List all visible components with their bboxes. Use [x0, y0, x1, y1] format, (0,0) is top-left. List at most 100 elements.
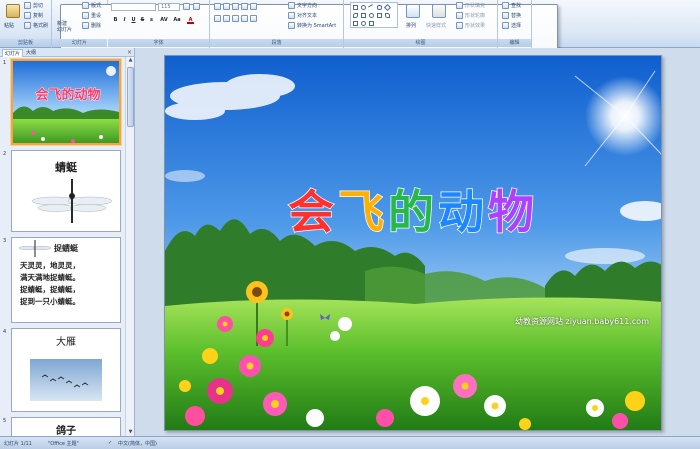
align-buttons[interactable]	[214, 15, 257, 22]
shadow-button[interactable]: s	[148, 17, 155, 24]
font-group-label: 字体	[108, 39, 209, 47]
current-slide[interactable]: 会飞的动物 幼教资源网站 ziyuan.baby611.com	[164, 55, 662, 431]
spellcheck-icon[interactable]: ✓	[108, 440, 112, 446]
thumb-slide-4[interactable]: 大雁	[11, 328, 121, 412]
layout-label: 版式	[91, 3, 102, 9]
format-painter-button[interactable]: 格式刷	[24, 22, 48, 29]
thumb-slide-1[interactable]: 会飞的动物	[11, 59, 121, 145]
circle-shape-icon[interactable]	[369, 13, 374, 18]
arrange-button[interactable]: 排列	[406, 22, 416, 29]
font-color-button[interactable]: A	[187, 17, 194, 24]
eraser-icon	[193, 3, 200, 10]
replace-button[interactable]: 替换	[502, 12, 521, 19]
cut-button[interactable]: 剪切	[24, 2, 43, 9]
underline-button[interactable]: U	[130, 17, 137, 24]
title-char: 会	[287, 184, 338, 240]
shape-fill-label: 形状填充	[465, 3, 486, 9]
dragonfly-image	[31, 179, 113, 223]
paragraph-group: 文字方向 对齐文本 转换为 SmartArt 段落	[210, 0, 344, 48]
align-left-icon	[214, 15, 221, 22]
quick-styles-button[interactable]: 快速样式	[426, 22, 446, 29]
line-shape-icon[interactable]	[368, 4, 375, 11]
shape-effects-button[interactable]: 形状效果	[456, 22, 485, 29]
grow-font-button[interactable]	[183, 3, 190, 10]
close-panel-icon[interactable]: ×	[127, 49, 132, 56]
align-text-icon	[288, 12, 295, 19]
tab-slides[interactable]: 幻灯片	[2, 49, 24, 57]
strikethrough-button[interactable]: S	[139, 17, 146, 24]
thumb-slide-5[interactable]: 鸽子	[11, 417, 121, 436]
smartart-label: 转换为 SmartArt	[297, 23, 337, 29]
shape-outline-button[interactable]: 形状轮廓	[456, 12, 485, 19]
select-button[interactable]: 选择	[502, 22, 521, 29]
smartart-button[interactable]: 转换为 SmartArt	[288, 22, 336, 29]
poem-line: 满天满地捉蜻蜓。	[20, 273, 80, 282]
layout-button[interactable]: 版式	[82, 2, 101, 9]
slide-title[interactable]: 会飞的动物	[165, 176, 661, 242]
reset-icon	[82, 12, 89, 19]
find-button[interactable]: 查找	[502, 2, 521, 9]
shape-fill-button[interactable]: 形状填充	[456, 2, 485, 9]
shapes-gallery[interactable]	[350, 2, 398, 28]
binoculars-icon	[502, 2, 509, 9]
font-size-value: 115	[161, 4, 171, 10]
diamond-shape-icon[interactable]	[383, 3, 392, 12]
cursor-icon	[502, 22, 509, 29]
replace-icon	[502, 12, 509, 19]
char-spacing-button[interactable]: AV	[159, 17, 169, 24]
star-shape-icon[interactable]	[369, 21, 374, 26]
quick-styles-label: 快速样式	[426, 23, 447, 29]
font-name-combo[interactable]	[111, 3, 156, 11]
numbering-icon	[223, 3, 230, 10]
rounded-rect-shape-icon[interactable]	[377, 5, 382, 10]
align-right-icon	[232, 15, 239, 22]
bracket-shape-icon[interactable]	[353, 21, 358, 26]
title-char: 飞	[337, 184, 388, 240]
drawing-group: 排列 快速样式 形状填充 形状轮廓 形状效果 绘图	[344, 0, 498, 48]
quick-styles-icon[interactable]	[432, 4, 446, 18]
thumb-number: 4	[3, 329, 7, 335]
text-direction-button[interactable]: 文字方向	[288, 2, 317, 9]
theme-name: "Office 主题"	[48, 441, 79, 447]
change-case-button[interactable]: Aa	[172, 17, 182, 24]
italic-button[interactable]: I	[121, 17, 128, 24]
delete-button[interactable]: 删除	[82, 22, 101, 29]
thumb-slide-3[interactable]: 捉蜻蜓 天灵灵，地灵灵， 满天满地捉蜻蜓。 捉蜻蜓，捉蜻蜓， 捉到一只小蜻蜓。	[11, 237, 121, 323]
new-slide-button[interactable]: 新建 幻灯片	[57, 21, 81, 33]
select-label: 选择	[511, 23, 522, 29]
bullets-button[interactable]	[214, 3, 257, 10]
thumb-5-title: 鸽子	[56, 426, 76, 436]
reset-label: 重设	[91, 13, 102, 19]
copy-button[interactable]: 复制	[24, 12, 43, 19]
font-size-combo[interactable]: 115	[158, 3, 180, 11]
shape-outline-label: 形状轮廓	[465, 13, 486, 19]
clear-format-button[interactable]	[193, 3, 200, 10]
poem-line: 捉蜻蜓，捉蜻蜓，	[20, 285, 80, 294]
arrange-icon[interactable]	[406, 4, 420, 18]
curve-shape-icon[interactable]	[385, 13, 390, 18]
textbox-shape-icon[interactable]	[361, 13, 366, 18]
rectangle-shape-icon[interactable]	[353, 5, 358, 10]
paste-icon[interactable]	[6, 4, 20, 18]
arrow-shape-icon[interactable]	[377, 13, 382, 18]
leaf-shape-icon[interactable]	[353, 13, 358, 18]
paste-button[interactable]: 粘贴	[4, 22, 14, 29]
scissors-icon	[24, 2, 31, 9]
oval-shape-icon[interactable]	[361, 5, 366, 10]
scroll-thumb[interactable]	[127, 67, 134, 127]
tab-outline[interactable]: 大纲	[24, 49, 38, 57]
bold-button[interactable]: B	[112, 17, 119, 24]
thumb-slide-2[interactable]: 蜻蜓	[11, 150, 121, 232]
paint-bucket-icon	[456, 2, 463, 9]
meadow-background	[165, 56, 661, 430]
align-text-button[interactable]: 对齐文本	[288, 12, 317, 19]
layout-icon	[82, 2, 89, 9]
copy-icon	[24, 12, 31, 19]
scroll-up-icon[interactable]: ▲	[127, 57, 134, 64]
language-indicator[interactable]: 中文(简体，中国)	[118, 440, 157, 447]
smiley-shape-icon[interactable]	[361, 21, 366, 26]
thumbnails-scrollbar[interactable]: ▲ ▼	[125, 57, 134, 436]
thumb-4-title: 大雁	[56, 337, 76, 348]
scroll-down-icon[interactable]: ▼	[127, 429, 134, 436]
reset-button[interactable]: 重设	[82, 12, 101, 19]
